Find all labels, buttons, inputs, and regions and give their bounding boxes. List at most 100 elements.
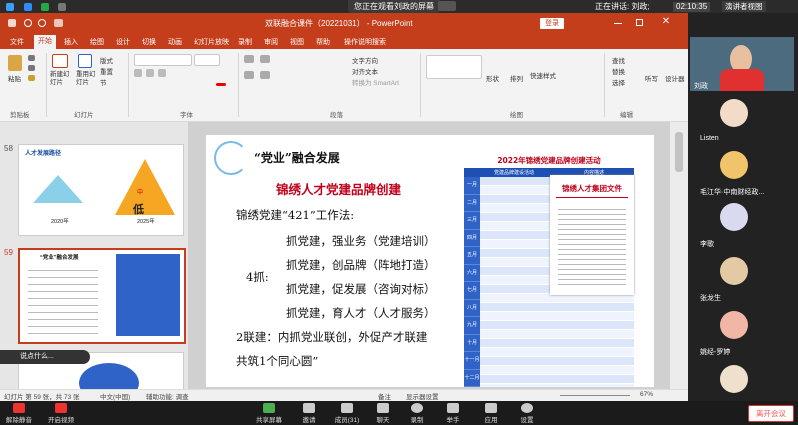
shapes-gallery[interactable] [426, 55, 482, 79]
view-mode-button[interactable]: 演讲者视图 [722, 1, 766, 12]
minimize-icon[interactable] [614, 23, 622, 24]
shapes-button[interactable]: 形状 [486, 73, 499, 83]
table-title: 2022年锦绣党建品牌创建活动 [497, 156, 601, 165]
tell-me-search[interactable]: 操作说明搜索 [344, 37, 386, 47]
camera-off-icon [55, 403, 67, 413]
ribbon-separator [46, 53, 47, 117]
new-slide-label[interactable]: 新建幻灯片 [50, 71, 74, 87]
menu-home[interactable]: 开始 [34, 35, 56, 49]
font-size-select[interactable] [194, 54, 220, 66]
apps-button[interactable]: 应用 [474, 401, 508, 425]
language[interactable]: 中文(中国) [100, 391, 130, 401]
bullets-icon[interactable] [244, 55, 254, 63]
menu-record[interactable]: 录制 [238, 37, 252, 47]
chat-hint[interactable]: 说点什么... [0, 350, 90, 364]
notes-button[interactable]: 备注 [378, 391, 391, 401]
settings-label: 设置 [520, 417, 534, 424]
record-button[interactable]: 录制 [400, 401, 434, 425]
copy-icon[interactable] [28, 65, 35, 71]
group-editing-label: 编辑 [620, 112, 633, 119]
reuse-slide-label[interactable]: 重用幻灯片 [76, 71, 98, 87]
italic-icon[interactable] [146, 69, 154, 77]
slide-thumbnail-59-selected[interactable]: “党业”融合发展 [18, 248, 186, 344]
replace-button[interactable]: 替换 [612, 66, 625, 76]
login-button[interactable]: 登录 [540, 18, 564, 29]
start-video-button[interactable]: 开启视频 [44, 401, 78, 425]
paste-icon[interactable] [8, 55, 22, 71]
slide-item2: 抓党建，创品牌（阵地打造） [286, 258, 436, 272]
doc-title: 锦绣人才集团文件 [562, 184, 622, 193]
menu-draw[interactable]: 绘图 [90, 37, 104, 47]
arrange-button[interactable]: 排列 [510, 73, 523, 83]
menu-transitions[interactable]: 切换 [142, 37, 156, 47]
select-button[interactable]: 选择 [612, 77, 625, 87]
leave-meeting-button[interactable]: 离开会议 [748, 405, 794, 422]
find-button[interactable]: 查找 [612, 55, 625, 65]
text-direction-button[interactable]: 文字方向 [352, 55, 378, 65]
bold-icon[interactable] [134, 69, 142, 77]
thumb-text-lines [28, 264, 98, 334]
format-painter-icon[interactable] [28, 75, 35, 81]
raise-hand-button[interactable]: 举手 [436, 401, 470, 425]
display-settings-button[interactable]: 显示器设置 [406, 391, 439, 401]
vertical-scrollbar[interactable] [670, 122, 688, 389]
menu-animations[interactable]: 动画 [168, 37, 182, 47]
font-family-select[interactable] [134, 54, 192, 66]
invite-button[interactable]: 邀请 [292, 401, 326, 425]
share-screen-button[interactable]: 共享屏幕 [252, 401, 286, 425]
share-options-button[interactable] [438, 1, 456, 11]
reset-button[interactable]: 重置 [100, 66, 113, 76]
slide-thumbnail-58[interactable]: 人才发展路径 中 低 2020年 2025年 [18, 144, 184, 236]
participant-name: Listen [700, 135, 719, 142]
redo-icon[interactable] [38, 19, 46, 27]
menu-slideshow[interactable]: 幻灯片放映 [194, 37, 229, 47]
speaking-indicator: 正在讲话: 刘政; [595, 2, 650, 11]
chat-button[interactable]: 聊天 [366, 401, 400, 425]
layout-icon[interactable] [58, 3, 66, 11]
unmute-button[interactable]: 解除静音 [2, 401, 36, 425]
slide-editor: “党业”融合发展 锦绣人才党建品牌创建 锦绣党建“421”工作法: 抓党建，强业… [188, 122, 670, 389]
paste-label[interactable]: 粘贴 [8, 73, 21, 83]
zoom-level[interactable]: 67% [640, 391, 653, 398]
close-icon[interactable]: ✕ [660, 16, 672, 28]
menu-design[interactable]: 设计 [116, 37, 130, 47]
dictate-button[interactable]: 听写 [645, 73, 658, 83]
numbering-icon[interactable] [260, 55, 270, 63]
present-icon[interactable] [54, 19, 63, 27]
table-month: 三月 [464, 212, 480, 230]
scroll-thumb[interactable] [675, 132, 683, 172]
menu-help[interactable]: 帮助 [316, 37, 330, 47]
menu-review[interactable]: 审阅 [264, 37, 278, 47]
align-center-icon[interactable] [260, 71, 270, 79]
cut-icon[interactable] [28, 55, 35, 61]
align-left-icon[interactable] [244, 71, 254, 79]
accessibility[interactable]: 辅助功能: 调查 [146, 391, 189, 401]
quick-styles-button[interactable]: 快速样式 [530, 73, 556, 81]
settings-button[interactable]: 设置 [510, 401, 544, 425]
save-icon[interactable] [8, 19, 16, 27]
current-slide[interactable]: “党业”融合发展 锦绣人才党建品牌创建 锦绣党建“421”工作法: 抓党建，强业… [206, 135, 654, 387]
zoom-slider[interactable] [560, 395, 630, 396]
font-color-icon[interactable] [216, 83, 226, 86]
layout-button[interactable]: 版式 [100, 55, 113, 65]
new-slide-icon[interactable] [52, 54, 68, 68]
info-icon[interactable] [24, 3, 32, 11]
reuse-slide-icon[interactable] [78, 54, 92, 68]
menu-view[interactable]: 视图 [290, 37, 304, 47]
designer-button[interactable]: 设计器 [665, 73, 685, 83]
maximize-icon[interactable] [636, 19, 643, 26]
thumb-circle [79, 363, 139, 389]
menu-file[interactable]: 文件 [10, 37, 24, 47]
menu-insert[interactable]: 插入 [64, 37, 78, 47]
align-text-button[interactable]: 对齐文本 [352, 66, 378, 76]
undo-icon[interactable] [24, 19, 32, 27]
thumb-year1: 2020年 [51, 219, 69, 225]
ribbon-separator [420, 53, 421, 117]
smartart-button[interactable]: 转换为 SmartArt [352, 77, 399, 87]
raise-hand-icon [447, 403, 459, 413]
section-button[interactable]: 节 [100, 77, 107, 87]
members-button[interactable]: 成员(31) [330, 401, 364, 425]
underline-icon[interactable] [158, 69, 166, 77]
slide-thumbnails-panel[interactable]: 58 人才发展路径 中 低 2020年 2025年 59 “党业”融合发展 60 [0, 122, 188, 389]
chat-icon [377, 403, 389, 413]
